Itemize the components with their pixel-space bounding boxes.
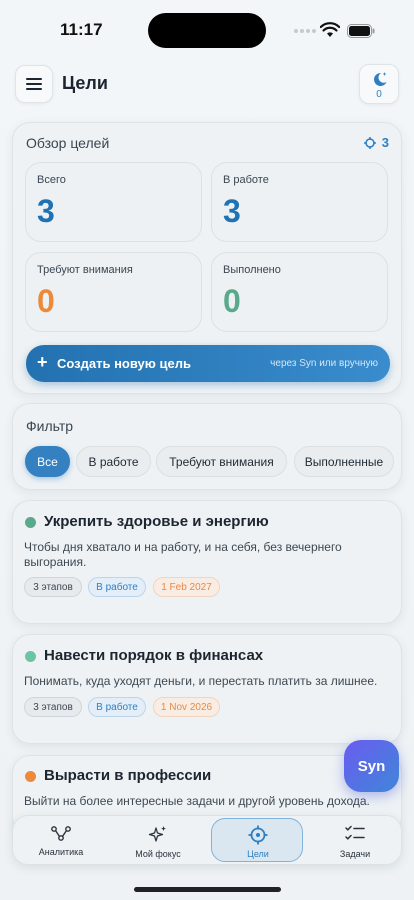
create-goal-label: Создать новую цель	[57, 356, 191, 371]
bottom-nav: Аналитика Мой фокус Цели Задачи	[12, 815, 402, 865]
battery-icon	[347, 24, 375, 38]
stat-label: Требуют внимания	[37, 264, 133, 276]
filter-card: Фильтр Все В работе Требуют внимания Вып…	[12, 403, 402, 490]
stat-value: 0	[223, 283, 241, 319]
goals-overview-card: Обзор целей 3 Всего 3 В работе 3 Требуют…	[12, 122, 402, 394]
goal-status-tag: В работе	[88, 697, 146, 717]
overview-title: Обзор целей	[26, 135, 110, 151]
nav-label: Задачи	[339, 849, 371, 859]
wifi-icon	[320, 22, 340, 37]
stat-in-progress: В работе 3	[211, 162, 388, 242]
status-time: 11:17	[60, 20, 103, 39]
page-title: Цели	[62, 73, 108, 93]
night-focus-button[interactable]: 0	[359, 64, 399, 104]
filter-chip-completed[interactable]: Выполненные	[294, 446, 394, 477]
cellular-signal-icon	[294, 29, 316, 33]
stat-value: 0	[37, 283, 55, 319]
goal-description: Выйти на более интересные задачи и друго…	[24, 794, 370, 808]
create-goal-button[interactable]: + Создать новую цель через Syn или вручн…	[26, 345, 390, 382]
nav-my-focus[interactable]: Мой фокус	[112, 816, 204, 864]
goal-status-dot	[25, 517, 36, 528]
goal-status-tag: В работе	[88, 577, 146, 597]
tasks-icon	[345, 825, 365, 840]
create-goal-hint: через Syn или вручную	[270, 358, 378, 369]
filter-chip-needs-attention[interactable]: Требуют внимания	[156, 446, 287, 477]
goal-status-dot	[25, 771, 36, 782]
overview-count-value: 3	[381, 135, 389, 150]
stat-label: В работе	[223, 174, 269, 186]
nav-label: Цели	[247, 849, 269, 859]
syn-assistant-button[interactable]: Syn	[344, 740, 399, 792]
stat-value: 3	[223, 193, 241, 229]
goal-title: Укрепить здоровье и энергию	[44, 513, 269, 530]
stat-total: Всего 3	[25, 162, 202, 242]
goal-title: Вырасти в профессии	[44, 767, 212, 784]
goal-date-tag: 1 Feb 2027	[153, 577, 220, 597]
dynamic-island	[148, 13, 266, 48]
hamburger-icon	[26, 78, 42, 90]
nav-label: Мой фокус	[135, 849, 181, 859]
menu-button[interactable]	[15, 65, 53, 103]
filter-chip-in-progress[interactable]: В работе	[76, 446, 151, 477]
sparkles-icon	[148, 826, 166, 842]
analytics-icon	[51, 826, 71, 841]
target-icon	[363, 136, 376, 149]
focus-count: 0	[376, 89, 382, 100]
stat-needs-attention: Требуют внимания 0	[25, 252, 202, 332]
nav-label: Аналитика	[38, 847, 84, 857]
goal-card[interactable]: Навести порядок в финансах Понимать, куд…	[12, 634, 402, 744]
goal-stages-tag: 3 этапов	[24, 697, 82, 717]
nav-tasks[interactable]: Задачи	[309, 816, 401, 864]
goal-card[interactable]: Укрепить здоровье и энергию Чтобы дня хв…	[12, 500, 402, 624]
goal-status-dot	[25, 651, 36, 662]
nav-analytics[interactable]: Аналитика	[15, 816, 107, 864]
status-bar: 11:17	[0, 0, 414, 56]
goal-description: Чтобы дня хватало и на работу, и на себя…	[24, 540, 342, 569]
plus-icon: +	[37, 352, 48, 372]
moon-stars-icon	[374, 72, 387, 86]
overview-count: 3	[363, 135, 389, 150]
goal-title: Навести порядок в финансах	[44, 647, 264, 664]
stat-completed: Выполнено 0	[211, 252, 388, 332]
filter-chip-all[interactable]: Все	[25, 446, 70, 477]
stat-value: 3	[37, 193, 55, 229]
target-icon	[248, 825, 268, 845]
nav-goals[interactable]: Цели	[211, 818, 303, 862]
stat-label: Всего	[37, 174, 66, 186]
goal-stages-tag: 3 этапов	[24, 577, 82, 597]
goal-date-tag: 1 Nov 2026	[153, 697, 220, 717]
goal-description: Понимать, куда уходят деньги, и перестат…	[24, 674, 378, 688]
stat-label: Выполнено	[223, 264, 281, 276]
home-indicator	[134, 887, 281, 892]
filter-title: Фильтр	[26, 418, 74, 434]
